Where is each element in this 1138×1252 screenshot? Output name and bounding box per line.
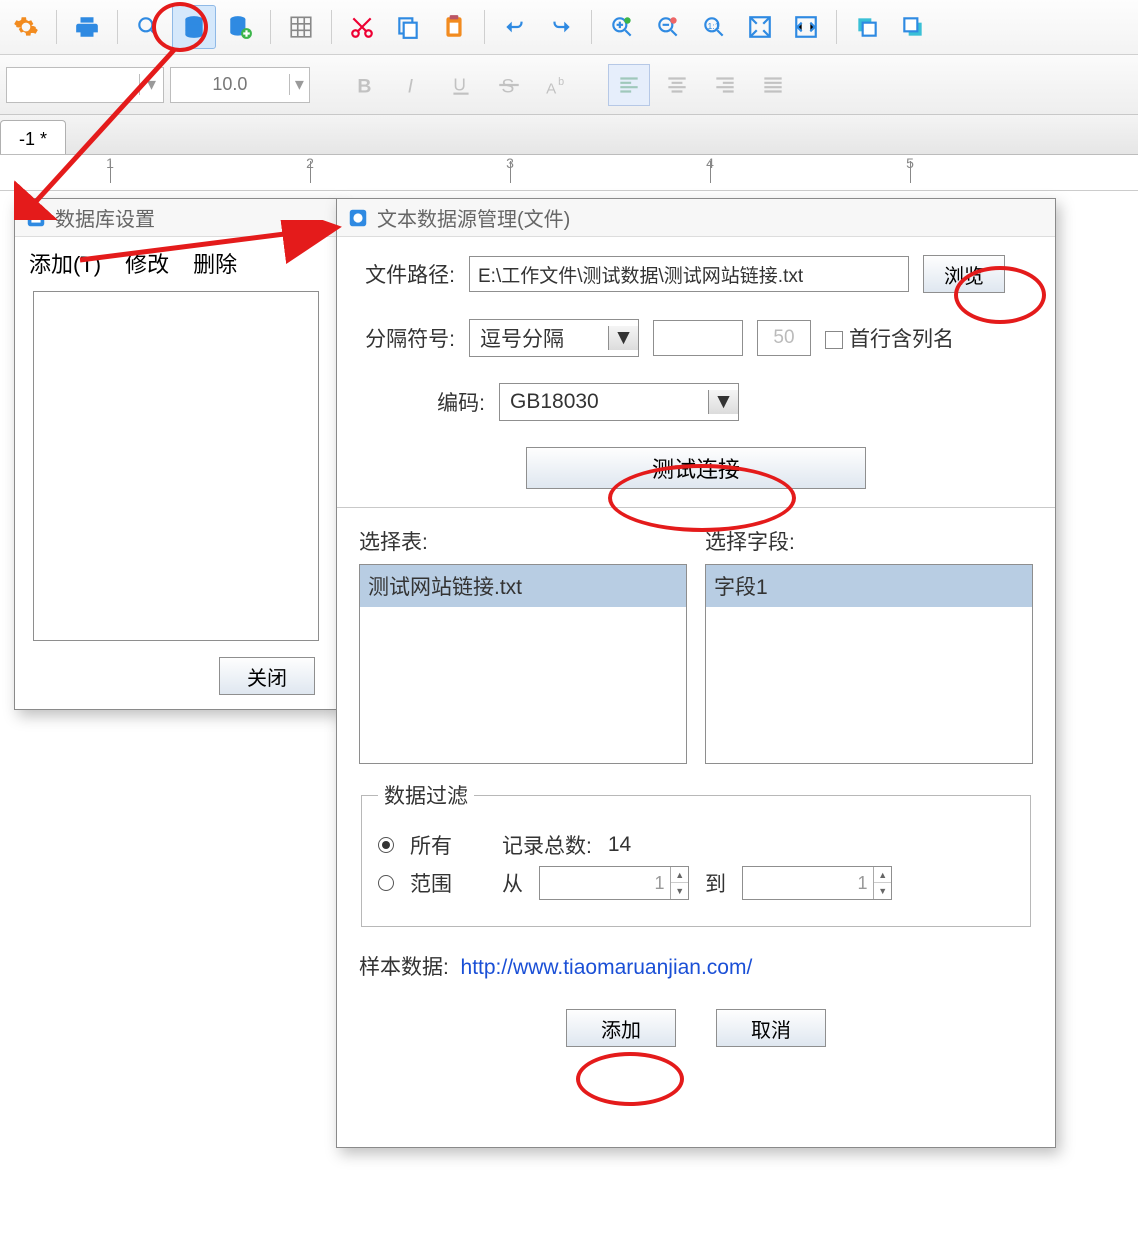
add-button[interactable]: 添加 (566, 1009, 676, 1047)
zoom-out-icon[interactable] (646, 5, 690, 49)
line-spacing-icon[interactable] (920, 64, 962, 106)
undo-icon[interactable] (493, 5, 537, 49)
font-family-combo[interactable]: ▾ (6, 67, 164, 103)
field-listbox[interactable]: 字段1 (705, 564, 1033, 764)
indent-right-icon[interactable] (872, 64, 914, 106)
bold-icon[interactable]: B (344, 64, 386, 106)
align-justify-icon[interactable] (752, 64, 794, 106)
fit-page-icon[interactable] (738, 5, 782, 49)
dialog-db-title: 数据库设置 (55, 203, 155, 232)
svg-text:A: A (546, 80, 557, 97)
horizontal-ruler: 1 2 3 4 5 (0, 155, 1138, 191)
input-filepath[interactable]: E:\工作文件\测试数据\测试网站链接.txt (469, 256, 909, 292)
align-center-icon[interactable] (656, 64, 698, 106)
zoom-100-icon[interactable]: 1:1 (692, 5, 736, 49)
svg-text:1:1: 1:1 (708, 21, 720, 31)
superscript-icon[interactable]: Ab (536, 64, 578, 106)
send-back-icon[interactable] (891, 5, 935, 49)
cut-icon[interactable] (340, 5, 384, 49)
zoom-icon[interactable] (126, 5, 170, 49)
dialog-database-settings: 数据库设置 添加(T) 修改 删除 关闭 (14, 198, 338, 710)
table-listbox[interactable]: 测试网站链接.txt (359, 564, 687, 764)
svg-text:S: S (501, 75, 514, 97)
data-filter-group: 数据过滤 所有 记录总数: 14 范围 从 ▲▼ 到 (361, 780, 1031, 927)
test-connection-button[interactable]: 测试连接 (526, 447, 866, 489)
radio-range[interactable] (378, 875, 394, 891)
table-item-selected[interactable]: 测试网站链接.txt (360, 565, 686, 607)
range-from-spinner[interactable]: ▲▼ (539, 866, 689, 900)
svg-text:b: b (558, 76, 564, 88)
font-size-combo[interactable]: ▾ (170, 67, 310, 103)
dialog-db-menubar: 添加(T) 修改 删除 (15, 237, 337, 285)
italic-icon[interactable]: I (392, 64, 434, 106)
browse-button[interactable]: 浏览 (923, 255, 1005, 293)
label-encoding: 编码: (359, 387, 485, 417)
indent-left-icon[interactable] (824, 64, 866, 106)
bring-front-icon[interactable] (845, 5, 889, 49)
font-size-value[interactable] (171, 74, 289, 95)
align-right-icon[interactable] (704, 64, 746, 106)
menu-add[interactable]: 添加(T) (29, 247, 101, 279)
print-icon[interactable] (65, 5, 109, 49)
filter-legend: 数据过滤 (378, 780, 474, 810)
database-icon[interactable] (172, 5, 216, 49)
dialog-ds-body: 文件路径: E:\工作文件\测试数据\测试网站链接.txt 浏览 分隔符号: 逗… (337, 237, 1055, 1057)
document-tabstrip: -1 * (0, 115, 1138, 155)
paste-icon[interactable] (432, 5, 476, 49)
delimiter-combo[interactable]: 逗号分隔▼ (469, 319, 639, 357)
dialog-text-datasource: 文本数据源管理(文件) 文件路径: E:\工作文件\测试数据\测试网站链接.tx… (336, 198, 1056, 1148)
menu-delete[interactable]: 删除 (193, 247, 237, 279)
dialog-db-icon (25, 207, 47, 229)
svg-text:B: B (357, 75, 371, 97)
label-sample: 样本数据: (359, 956, 449, 979)
underline-icon[interactable]: U (440, 64, 482, 106)
svg-text:I: I (408, 75, 414, 97)
main-toolbar: 1:1 (0, 0, 1138, 55)
strike-icon[interactable]: S (488, 64, 530, 106)
database-add-icon[interactable] (218, 5, 262, 49)
grid-icon[interactable] (279, 5, 323, 49)
menu-edit[interactable]: 修改 (125, 247, 169, 279)
record-total-value: 14 (608, 833, 631, 857)
fit-width-icon[interactable] (784, 5, 828, 49)
field-item-selected[interactable]: 字段1 (706, 565, 1032, 607)
dialog-db-titlebar[interactable]: 数据库设置 (15, 199, 337, 237)
copy-icon[interactable] (386, 5, 430, 49)
zoom-in-icon[interactable] (600, 5, 644, 49)
first-row-header-checkbox[interactable]: 首行含列名 (825, 323, 954, 353)
encoding-combo[interactable]: GB18030▼ (499, 383, 739, 421)
dialog-db-listbox[interactable] (33, 291, 319, 641)
dialog-ds-titlebar[interactable]: 文本数据源管理(文件) (337, 199, 1055, 237)
align-left-icon[interactable] (608, 64, 650, 106)
cancel-button[interactable]: 取消 (716, 1009, 826, 1047)
document-tab[interactable]: -1 * (0, 120, 66, 154)
label-select-table: 选择表: (359, 526, 687, 556)
svg-text:U: U (453, 74, 466, 94)
label-select-field: 选择字段: (705, 526, 1033, 556)
format-toolbar: ▾ ▾ B I U S Ab (0, 55, 1138, 115)
range-to-spinner[interactable]: ▲▼ (742, 866, 892, 900)
label-filepath: 文件路径: (359, 259, 455, 289)
delimiter-width-input[interactable]: 50 (757, 320, 811, 356)
dialog-ds-icon (347, 207, 369, 229)
radio-all[interactable] (378, 837, 394, 853)
gear-icon[interactable] (4, 5, 48, 49)
sample-data-link[interactable]: http://www.tiaomaruanjian.com/ (461, 956, 753, 979)
dialog-db-close-button[interactable]: 关闭 (219, 657, 315, 695)
dialog-ds-title: 文本数据源管理(文件) (377, 203, 570, 232)
label-delimiter: 分隔符号: (359, 323, 455, 353)
delimiter-custom-input[interactable] (653, 320, 743, 356)
redo-icon[interactable] (539, 5, 583, 49)
